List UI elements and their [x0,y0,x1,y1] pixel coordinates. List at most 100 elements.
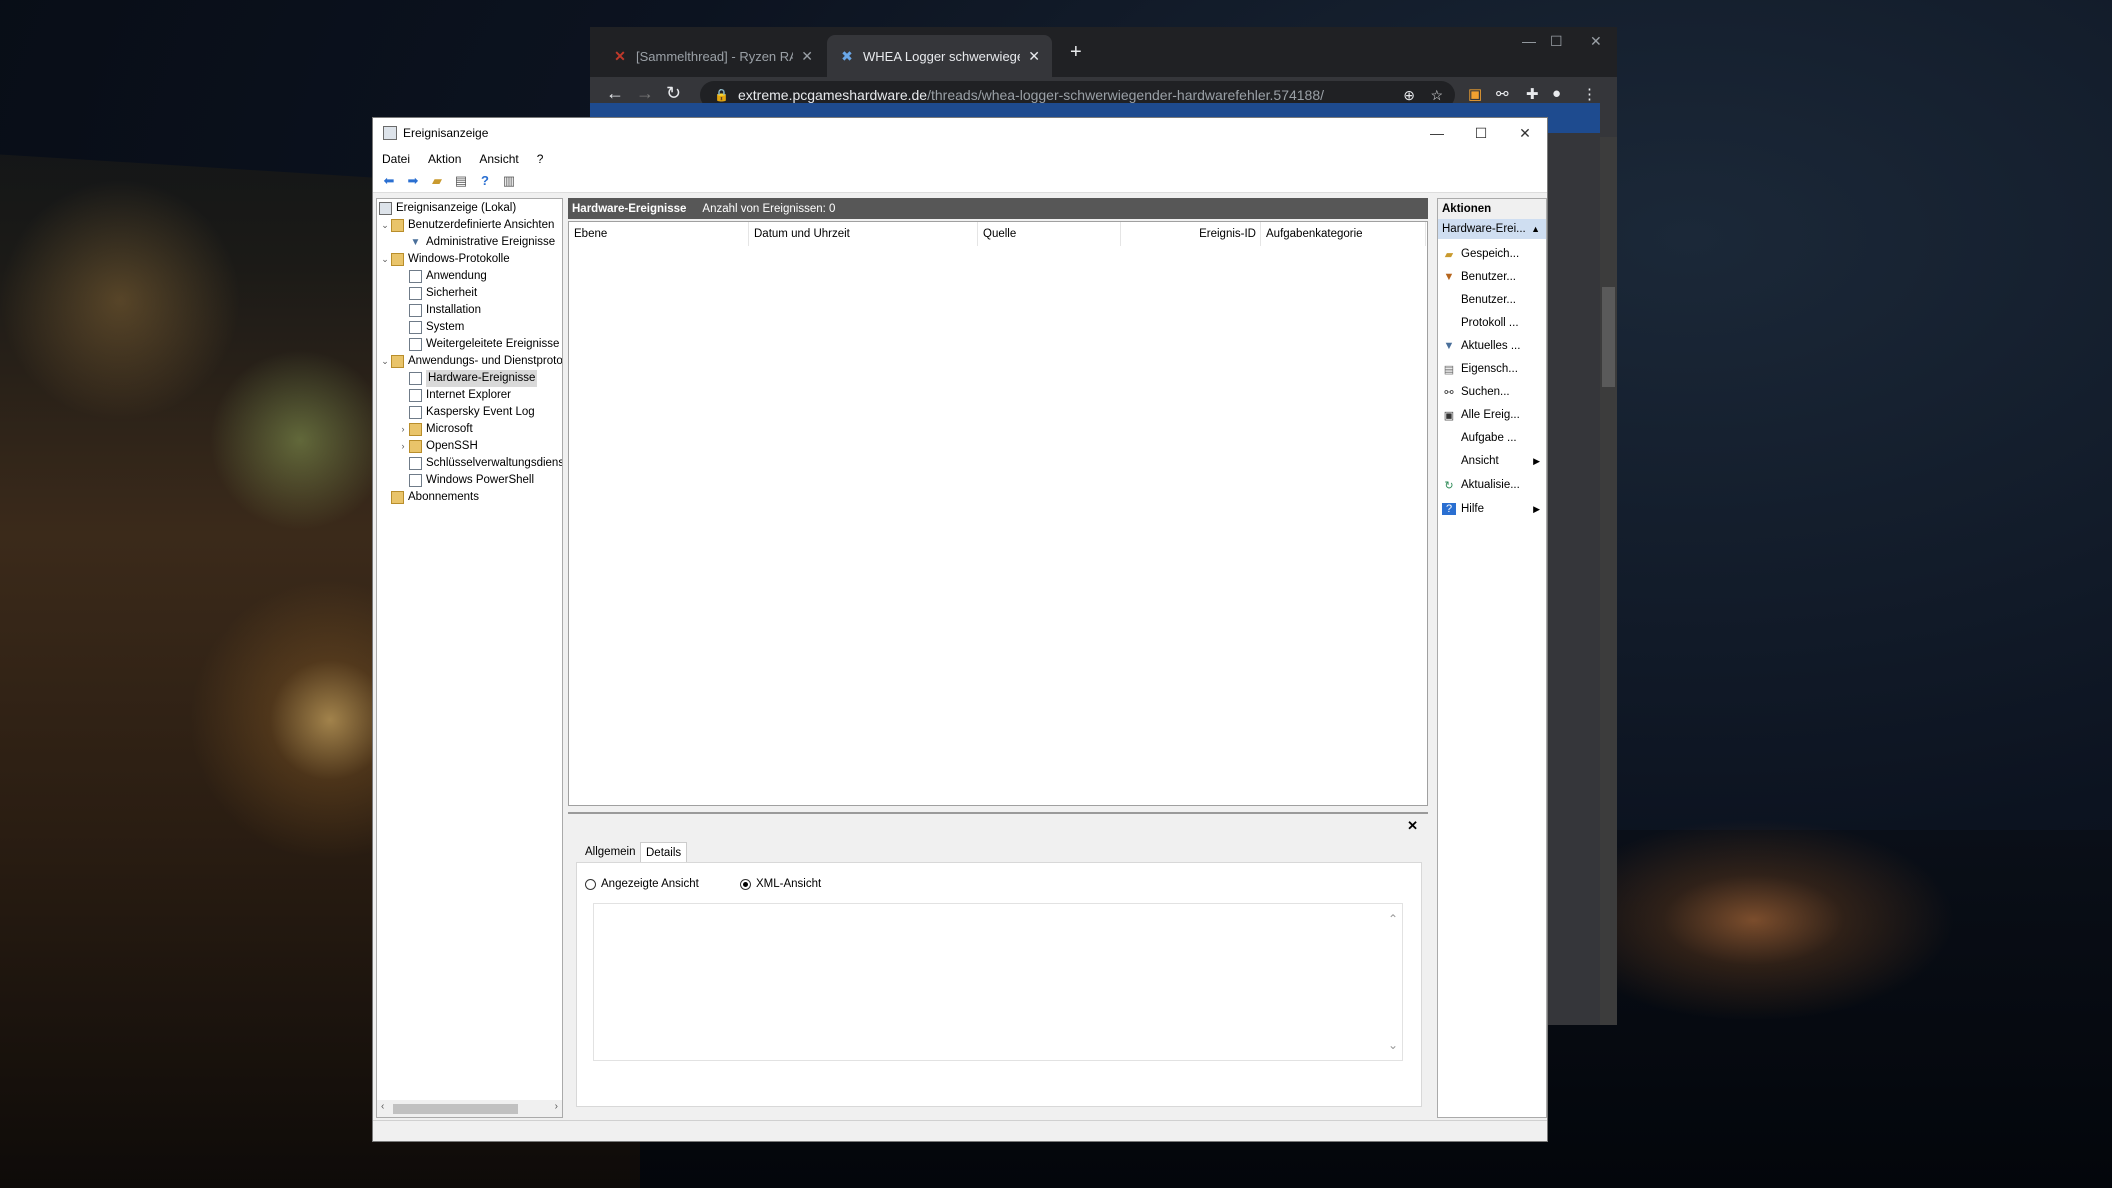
pcgh-logo-icon: ✕ [614,48,626,64]
action-help[interactable]: ? Hilfe ▶ [1438,499,1546,519]
tree-item-forwarded-events[interactable]: Weitergeleitete Ereignisse [409,336,559,353]
tree-item-custom-views[interactable]: ⌄ Benutzerdefinierte Ansichten [379,217,554,234]
profile-avatar[interactable]: ● [1552,85,1561,102]
scrollbar-thumb[interactable] [1602,287,1615,387]
log-icon [409,474,422,487]
close-icon[interactable]: ✕ [1407,818,1418,834]
tree-item-sicherheit[interactable]: Sicherheit [409,285,477,302]
show-hide-action-pane-icon[interactable]: ▥ [500,173,518,189]
show-hide-tree-icon[interactable]: ▤ [452,173,470,189]
actions-pane: Aktionen Hardware-Erei... ▲ ▰ Gespeich...… [1437,198,1547,1118]
tree-item-subscriptions[interactable]: Abonnements [391,489,479,506]
glasses-icon[interactable]: ⚯ [1496,85,1509,103]
extensions-puzzle-icon[interactable]: ✚ [1526,85,1539,103]
event-list[interactable]: Ebene Datum und Uhrzeit Quelle Ereignis-… [568,221,1428,806]
tree-item-installation[interactable]: Installation [409,302,481,319]
tree-label: Weitergeleitete Ereignisse [426,338,560,350]
minimize-button[interactable]: — [1415,118,1459,148]
forward-icon[interactable]: → [636,83,654,104]
action-open-saved-log[interactable]: ▰ Gespeich... [1438,244,1546,264]
tree-item-powershell[interactable]: Windows PowerShell [409,472,534,489]
tree-item-key-management[interactable]: Schlüsselverwaltungsdienst [409,455,562,472]
extension-badge-icon[interactable]: ▣ [1468,85,1482,103]
tree-item-internet-explorer[interactable]: Internet Explorer [409,387,511,404]
maximize-button[interactable]: ☐ [1459,118,1503,148]
column-header-event-id[interactable]: Ereignis-ID [1121,222,1261,246]
scroll-up-icon[interactable]: ⌃ [1388,912,1398,926]
scroll-left-icon[interactable]: ‹ [381,1101,384,1112]
tree-label: Installation [426,304,481,316]
action-label: Benutzer... [1461,294,1516,306]
maximize-icon[interactable]: ☐ [1550,33,1563,50]
close-tab-icon[interactable]: ✕ [1028,48,1040,65]
tree-item-admin-events[interactable]: ▼ Administrative Ereignisse [409,234,556,251]
tab-allgemein[interactable]: Allgemein [580,842,641,862]
action-attach-task[interactable]: Aufgabe ... [1438,428,1546,448]
log-header: Hardware-Ereignisse Anzahl von Ereigniss… [568,198,1428,219]
column-header-ebene[interactable]: Ebene [569,222,749,246]
close-button[interactable]: ✕ [1503,118,1547,148]
menu-aktion[interactable]: Aktion [419,152,470,166]
action-clear-log[interactable]: Protokoll ... [1438,313,1546,333]
close-icon[interactable]: ✕ [1590,33,1602,50]
reload-icon[interactable]: ↻ [666,83,681,104]
tab-details[interactable]: Details [640,842,688,863]
chevron-right-icon[interactable]: › [397,438,409,455]
close-tab-icon[interactable]: ✕ [801,48,813,65]
collapse-icon[interactable]: ▲ [1531,219,1540,239]
tree-item-app-service-logs[interactable]: ⌄ Anwendungs- und Dienstprotokolle [379,353,562,370]
back-icon[interactable]: ← [606,83,624,104]
browser-tab-2[interactable]: ✖ WHEA Logger schwerwiegender ✕ [827,35,1052,77]
tree-item-kaspersky[interactable]: Kaspersky Event Log [409,404,535,421]
scroll-down-icon[interactable]: ⌄ [1388,1038,1398,1052]
tree-item-windows-logs[interactable]: ⌄ Windows-Protokolle [379,251,510,268]
tree-item-system[interactable]: System [409,319,464,336]
log-icon [409,389,422,402]
column-header-datum[interactable]: Datum und Uhrzeit [749,222,978,246]
xml-text-area[interactable]: ⌃ ⌄ [593,903,1403,1061]
browser-scrollbar[interactable] [1600,137,1617,1025]
back-arrow-icon[interactable]: ⬅ [380,173,398,189]
chevron-down-icon[interactable]: ⌄ [379,353,391,370]
forward-arrow-icon[interactable]: ➡ [404,173,422,189]
scrollbar-thumb[interactable] [393,1104,518,1114]
tree-label: Anwendung [426,270,487,282]
event-count: Anzahl von Ereignissen: 0 [702,202,836,215]
browser-tab-1[interactable]: ✕ [Sammelthread] - Ryzen RAM OC ✕ [600,35,825,77]
column-header-task-category[interactable]: Aufgabenkategorie [1261,222,1426,246]
folder-icon [409,440,422,453]
radio-button[interactable] [585,878,596,890]
action-create-custom-view[interactable]: ▼ Benutzer... [1438,267,1546,287]
menu-ansicht[interactable]: Ansicht [470,152,527,166]
tree-item-microsoft[interactable]: › Microsoft [397,421,473,438]
action-filter-current-log[interactable]: ▼ Aktuelles ... [1438,336,1546,356]
radio-xml-view[interactable]: XML-Ansicht [740,878,821,890]
up-folder-icon[interactable]: ▰ [428,173,446,189]
help-icon[interactable]: ? [476,173,494,189]
chevron-down-icon[interactable]: ⌄ [379,251,391,268]
tree-item-hardware-events[interactable]: Hardware-Ereignisse [409,370,538,387]
tree-item-anwendung[interactable]: Anwendung [409,268,487,285]
action-properties[interactable]: ▤ Eigensch... [1438,359,1546,379]
action-save-all-events[interactable]: ▣ Alle Ereig... [1438,405,1546,425]
chevron-right-icon[interactable]: › [397,421,409,438]
minimize-icon[interactable]: — [1522,33,1536,49]
chrome-menu-icon[interactable]: ⋮ [1582,85,1597,103]
tree-item-root[interactable]: Ereignisanzeige (Lokal) [379,200,516,217]
scroll-right-icon[interactable]: › [555,1101,558,1112]
chevron-down-icon[interactable]: ⌄ [379,217,391,234]
menu-help[interactable]: ? [528,152,553,166]
tree-item-openssh[interactable]: › OpenSSH [397,438,478,455]
action-label: Eigensch... [1461,363,1518,375]
action-find[interactable]: ⚯ Suchen... [1438,382,1546,402]
actions-section-header[interactable]: Hardware-Erei... ▲ [1438,219,1546,239]
action-view[interactable]: Ansicht ▶ [1438,451,1546,471]
column-header-quelle[interactable]: Quelle [978,222,1121,246]
action-refresh[interactable]: ↻ Aktualisie... [1438,475,1546,495]
radio-button-checked[interactable] [740,878,751,890]
new-tab-button[interactable]: + [1070,41,1082,64]
menu-datei[interactable]: Datei [373,152,419,166]
tree-horizontal-scrollbar[interactable]: ‹ › [377,1100,562,1117]
action-import-custom-view[interactable]: Benutzer... [1438,290,1546,310]
radio-friendly-view[interactable]: Angezeigte Ansicht [585,878,699,890]
